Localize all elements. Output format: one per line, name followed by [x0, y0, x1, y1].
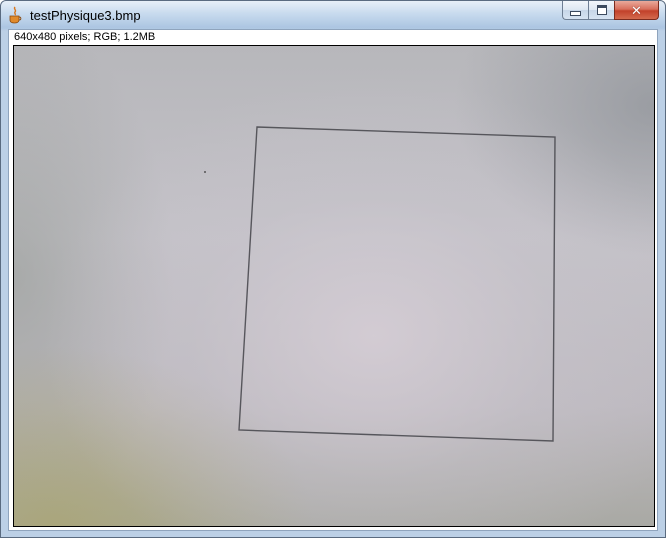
close-button[interactable]: ✕: [614, 1, 659, 20]
close-icon: ✕: [631, 2, 642, 18]
photo-overlay: [204, 126, 556, 442]
image-canvas[interactable]: [13, 45, 655, 527]
image-window: testPhysique3.bmp ✕ 640x480 pixels; RGB;…: [0, 0, 666, 538]
pencil-dot: [204, 171, 206, 173]
image-info: 640x480 pixels; RGB; 1.2MB: [14, 31, 156, 43]
image-panel: 640x480 pixels; RGB; 1.2MB: [8, 29, 658, 531]
maximize-button[interactable]: [588, 1, 614, 20]
drawn-square: [238, 126, 556, 442]
java-coffee-cup-icon: [9, 6, 22, 24]
minimize-button[interactable]: [562, 1, 588, 20]
maximize-icon: [596, 5, 607, 15]
caption-buttons: ✕: [562, 1, 659, 21]
window-title: testPhysique3.bmp: [30, 8, 141, 23]
minimize-icon: [570, 11, 581, 16]
title-bar[interactable]: testPhysique3.bmp ✕: [1, 1, 665, 29]
